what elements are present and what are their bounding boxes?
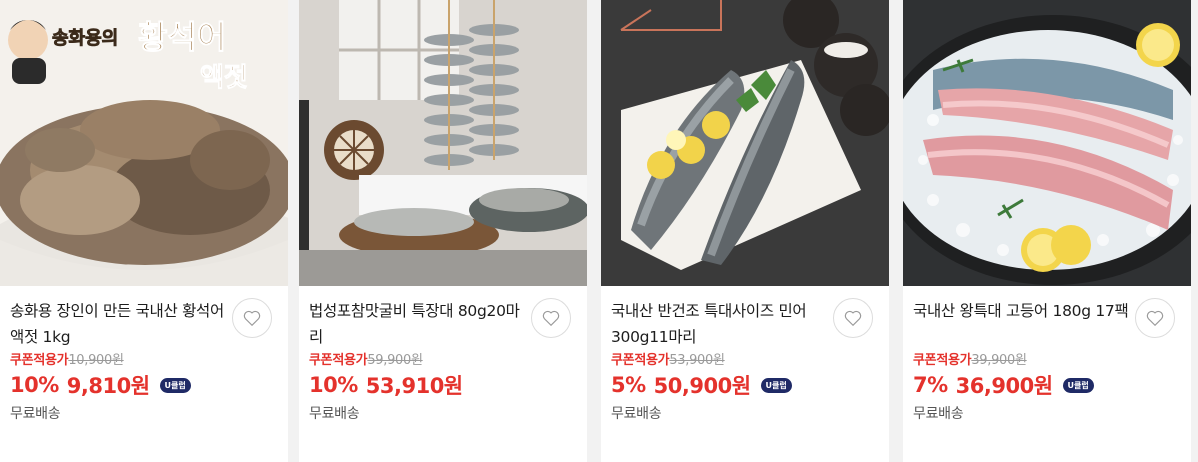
uclub-badge: U클럽 — [159, 377, 191, 393]
sale-price: 53,910원 — [365, 374, 463, 398]
coupon-label: 쿠폰적용가 — [10, 353, 69, 368]
sale-price-row: 5% 50,900원 U클럽 — [611, 370, 792, 400]
original-price: 39,900원 — [971, 353, 1027, 368]
coupon-price-row: 쿠폰적용가53,900원 — [611, 352, 725, 370]
shipping-info: 무료배송 — [611, 406, 662, 422]
original-price: 59,900원 — [367, 353, 423, 368]
wishlist-button[interactable] — [531, 298, 571, 338]
product-card[interactable]: 법성포참맛굴비 특장대 80g20마리 쿠폰적용가59,900원 10% 53,… — [299, 0, 587, 462]
sale-price: 9,810원 — [66, 374, 150, 398]
wishlist-button[interactable] — [1135, 298, 1175, 338]
heart-icon — [844, 310, 862, 326]
product-grid: 송화용의 황석어 액젓 송화용 장인이 만든 국내산 황석어액젓 1kg 쿠폰적… — [0, 0, 1198, 462]
discount-rate: 10% — [10, 373, 59, 397]
uclub-badge: U클럽 — [760, 377, 792, 393]
discount-rate: 10% — [309, 373, 358, 397]
wishlist-button[interactable] — [833, 298, 873, 338]
discount-rate: 7% — [913, 373, 948, 397]
sale-price: 50,900원 — [653, 374, 751, 398]
shipping-info: 무료배송 — [10, 406, 61, 422]
discount-rate: 5% — [611, 373, 646, 397]
coupon-price-row: 쿠폰적용가59,900원 — [309, 352, 423, 370]
original-price: 53,900원 — [669, 353, 725, 368]
original-price: 10,900원 — [68, 353, 124, 368]
wishlist-button[interactable] — [232, 298, 272, 338]
sale-price-row: 7% 36,900원 U클럽 — [913, 370, 1094, 400]
shipping-info: 무료배송 — [913, 406, 964, 422]
product-card[interactable]: 송화용의 황석어 액젓 송화용 장인이 만든 국내산 황석어액젓 1kg 쿠폰적… — [0, 0, 288, 462]
coupon-label: 쿠폰적용가 — [913, 353, 972, 368]
sale-price-row: 10% 53,910원 — [309, 370, 463, 400]
product-card[interactable]: 국내산 반건조 특대사이즈 민어 300g11마리 쿠폰적용가53,900원 5… — [601, 0, 889, 462]
image-name-text: 황석어 — [138, 18, 226, 56]
coupon-price-row: 쿠폰적용가39,900원 — [913, 352, 1027, 370]
product-title[interactable]: 국내산 반건조 특대사이즈 민어 300g11마리 — [611, 298, 833, 350]
product-image[interactable] — [299, 0, 587, 286]
product-title[interactable]: 국내산 왕특대 고등어 180g 17팩 — [913, 298, 1135, 324]
image-brand-text: 송화용의 — [52, 28, 118, 49]
sale-price: 36,900원 — [955, 374, 1053, 398]
image-sub-text: 액젓 — [200, 63, 248, 93]
heart-icon — [243, 310, 261, 326]
coupon-price-row: 쿠폰적용가10,900원 — [10, 352, 124, 370]
heart-icon — [542, 310, 560, 326]
product-title[interactable]: 송화용 장인이 만든 국내산 황석어액젓 1kg — [10, 298, 232, 350]
product-image[interactable] — [903, 0, 1191, 286]
heart-icon — [1146, 310, 1164, 326]
product-title[interactable]: 법성포참맛굴비 특장대 80g20마리 — [309, 298, 531, 350]
product-card[interactable]: 국내산 왕특대 고등어 180g 17팩 쿠폰적용가39,900원 7% 36,… — [903, 0, 1191, 462]
uclub-badge: U클럽 — [1062, 377, 1094, 393]
sale-price-row: 10% 9,810원 U클럽 — [10, 370, 191, 400]
coupon-label: 쿠폰적용가 — [611, 353, 670, 368]
product-image[interactable]: 송화용의 황석어 액젓 — [0, 0, 288, 286]
product-image[interactable] — [601, 0, 889, 286]
coupon-label: 쿠폰적용가 — [309, 353, 368, 368]
shipping-info: 무료배송 — [309, 406, 360, 422]
